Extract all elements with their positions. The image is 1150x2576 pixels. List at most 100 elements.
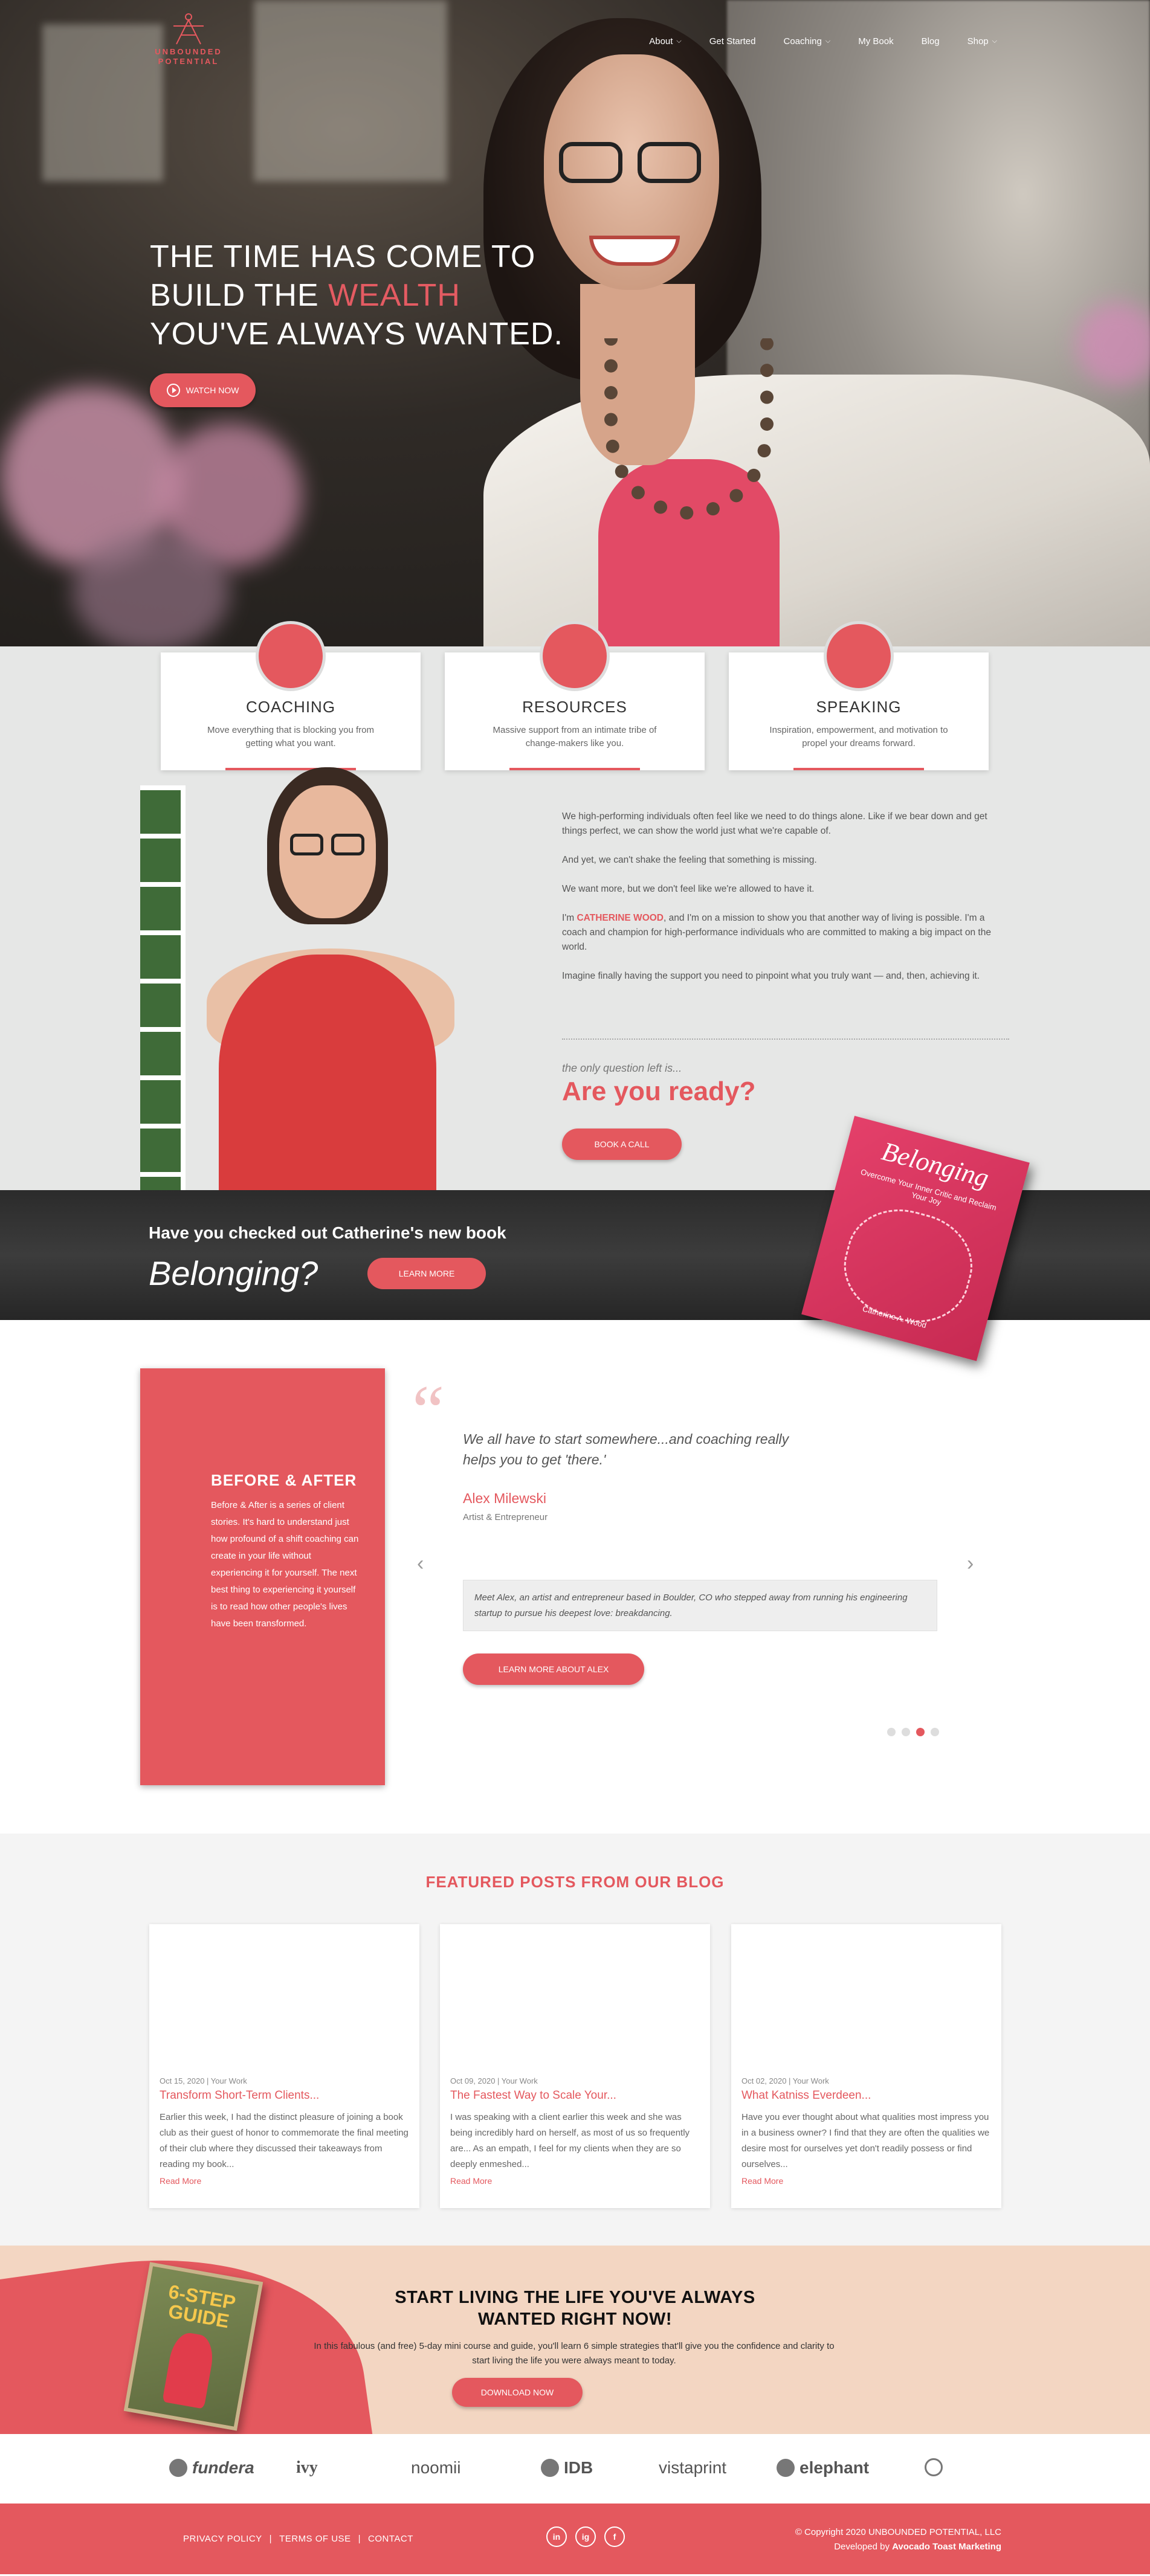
post-meta: Oct 09, 2020 | Your Work	[450, 2076, 538, 2085]
catherine-name: CATHERINE WOOD	[577, 913, 664, 923]
chevron-down-icon: ⌵	[676, 37, 682, 45]
hero-line-2: BUILD THE	[150, 278, 329, 313]
instagram-icon[interactable]: ig	[575, 2526, 596, 2547]
watch-now-label: WATCH NOW	[186, 385, 239, 395]
portrait-red-dress	[219, 955, 436, 1190]
nav-item-about[interactable]: About ⌵	[649, 36, 682, 47]
nav-item-label: My Book	[858, 36, 894, 47]
blog-post-card[interactable]: Oct 09, 2020 | Your Work The Fastest Way…	[440, 1924, 710, 2208]
post-title[interactable]: The Fastest Way to Scale Your...	[440, 2089, 710, 2102]
quote-icon: “	[412, 1370, 445, 1451]
carousel-dot[interactable]	[887, 1728, 896, 1736]
blog-post-card[interactable]: Oct 02, 2020 | Your Work What Katniss Ev…	[731, 1924, 1001, 2208]
carousel-dot-active[interactable]	[916, 1728, 925, 1736]
portrait-window	[140, 785, 186, 1190]
blog-post-card[interactable]: Oct 15, 2020 | Your Work Transform Short…	[149, 1924, 419, 2208]
nav-item-blog[interactable]: Blog	[922, 36, 940, 47]
watch-now-button[interactable]: WATCH NOW	[150, 373, 256, 407]
chevron-left-icon[interactable]: ‹	[417, 1552, 424, 1576]
card-resources[interactable]: RESOURCES Massive support from an intima…	[445, 621, 705, 770]
service-cards: COACHING Move everything that is blockin…	[0, 610, 1150, 770]
cta-heading-line2: WANTED RIGHT NOW!	[477, 2310, 672, 2329]
post-title[interactable]: Transform Short-Term Clients...	[149, 2089, 419, 2102]
book-a-call-button[interactable]: BOOK A CALL	[562, 1129, 682, 1160]
logo-fundera: fundera	[169, 2458, 254, 2478]
speaking-icon	[824, 621, 894, 691]
card-description: Move everything that is blocking you fro…	[207, 725, 374, 749]
resources-icon	[540, 621, 610, 691]
nav-item-shop[interactable]: Shop ⌵	[967, 36, 997, 47]
link-separator: |	[269, 2534, 273, 2544]
post-title[interactable]: What Katniss Everdeen...	[731, 2089, 1001, 2102]
portrait-glasses	[290, 834, 366, 857]
testimonial-section: BEFORE & AFTER Before & After is a serie…	[0, 1320, 1150, 1834]
about-paragraph: We want more, but we don't feel like we'…	[562, 884, 815, 894]
hero-line-1: THE TIME HAS COME TO	[150, 239, 536, 274]
logo-text: vistaprint	[659, 2458, 727, 2477]
nav-item-label: About	[649, 36, 673, 47]
nav-item-coaching[interactable]: Coaching ⌵	[783, 36, 830, 47]
brand-logo[interactable]: UNBOUNDED POTENTIAL	[146, 11, 231, 66]
nav-item-my-book[interactable]: My Book	[858, 36, 893, 47]
facebook-icon[interactable]: f	[604, 2526, 625, 2547]
before-after-box: BEFORE & AFTER Before & After is a serie…	[140, 1368, 385, 1785]
logo-idb: IDB	[541, 2458, 593, 2478]
social-links: in ig f	[546, 2526, 625, 2547]
book-cover-art	[833, 1197, 984, 1335]
linkedin-icon[interactable]: in	[546, 2526, 567, 2547]
chevron-down-icon: ⌵	[825, 37, 831, 45]
developer-link[interactable]: Avocado Toast Marketing	[892, 2542, 1001, 2552]
post-excerpt: Have you ever thought about what qualiti…	[741, 2112, 990, 2169]
idb-icon	[541, 2459, 559, 2477]
blog-section: FEATURED POSTS FROM OUR BLOG Oct 15, 202…	[0, 1834, 1150, 2246]
nav-item-label: Blog	[921, 36, 940, 47]
read-more-link[interactable]: Read More	[149, 2176, 419, 2186]
nav-item-label: Shop	[967, 36, 989, 47]
carousel-dot[interactable]	[931, 1728, 939, 1736]
about-copy: We high-performing individuals often fee…	[562, 810, 1009, 998]
download-now-button[interactable]: DOWNLOAD NOW	[452, 2378, 583, 2407]
about-section: COACHING Move everything that is blockin…	[0, 621, 1150, 1190]
read-more-link[interactable]: Read More	[731, 2176, 1001, 2186]
read-more-link[interactable]: Read More	[440, 2176, 710, 2186]
book-question: Have you checked out Catherine's new boo…	[149, 1223, 506, 1242]
partner-logos: fundera ivy noomii IDB vistaprint elepha…	[0, 2434, 1150, 2504]
play-icon	[166, 384, 180, 397]
privacy-policy-link[interactable]: PRIVACY POLICY	[183, 2534, 262, 2544]
testimonial-role: Artist & Entrepreneur	[463, 1512, 548, 1522]
testimonial-summary: Meet Alex, an artist and entrepreneur ba…	[463, 1580, 937, 1631]
about-paragraph: And yet, we can't shake the feeling that…	[562, 855, 817, 865]
card-description: Inspiration, empowerment, and motivation…	[769, 725, 948, 749]
nav-item-get-started[interactable]: Get Started	[709, 36, 756, 47]
guide-cta-section: 6-STEP GUIDE START LIVING THE LIFE YOU'V…	[0, 2246, 1150, 2434]
brand-name-line2: POTENTIAL	[158, 57, 219, 66]
post-excerpt: I was speaking with a client earlier thi…	[450, 2112, 690, 2169]
contact-link[interactable]: CONTACT	[368, 2534, 413, 2544]
logo-text: fundera	[192, 2458, 254, 2477]
terms-of-use-link[interactable]: TERMS OF USE	[279, 2534, 351, 2544]
hero-line-3: YOU'VE ALWAYS WANTED.	[150, 317, 563, 352]
blog-heading: FEATURED POSTS FROM OUR BLOG	[425, 1873, 725, 1891]
logo-elephant: elephant	[777, 2458, 869, 2478]
cta-text: In this fabulous (and free) 5-day mini c…	[314, 2341, 835, 2366]
dotted-divider	[562, 1038, 1009, 1040]
nav-item-label: Get Started	[709, 36, 756, 47]
post-meta: Oct 15, 2020 | Your Work	[160, 2076, 247, 2085]
carousel-dot[interactable]	[902, 1728, 910, 1736]
hero-accent-word: WEALTH	[328, 278, 460, 313]
hero-headline: THE TIME HAS COME TO BUILD THE WEALTH YO…	[150, 237, 563, 353]
testimonial-name: Alex Milewski	[463, 1490, 547, 1506]
learn-more-button[interactable]: LEARN MORE	[367, 1258, 486, 1289]
brand-logo-icon	[170, 11, 207, 47]
card-speaking[interactable]: SPEAKING Inspiration, empowerment, and m…	[729, 621, 989, 770]
logo-badge	[925, 2458, 943, 2476]
post-meta: Oct 02, 2020 | Your Work	[741, 2076, 829, 2085]
book-section: Have you checked out Catherine's new boo…	[0, 1115, 1150, 1362]
carousel-dots	[887, 1728, 939, 1736]
about-text: I'm	[562, 913, 577, 923]
logo-text: noomii	[411, 2458, 461, 2477]
chevron-right-icon[interactable]: ›	[967, 1552, 974, 1576]
learn-more-about-alex-button[interactable]: LEARN MORE ABOUT ALEX	[463, 1653, 644, 1685]
fundera-icon	[169, 2459, 187, 2477]
hero-section: UNBOUNDED POTENTIAL About ⌵ Get Started C…	[0, 0, 1150, 646]
